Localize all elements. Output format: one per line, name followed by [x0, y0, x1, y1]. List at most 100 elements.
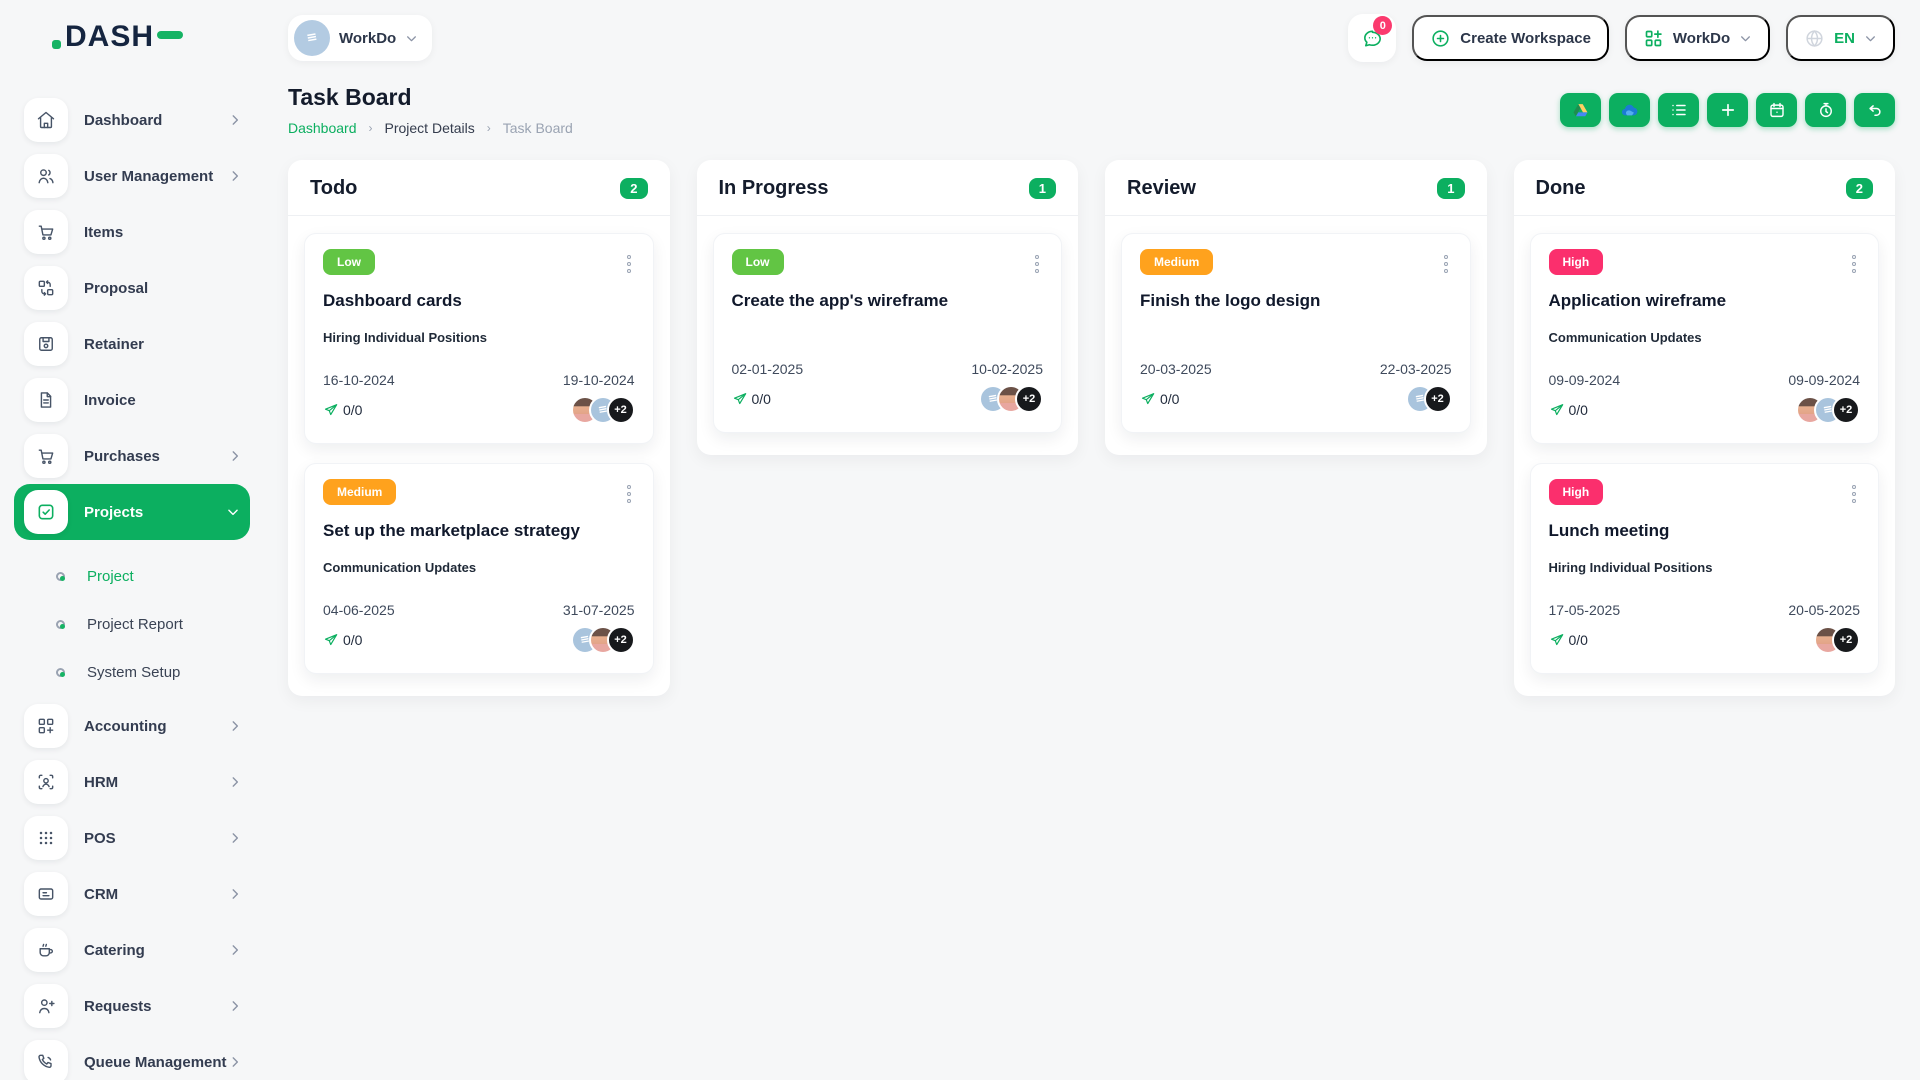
sidebar-subitem-system-setup[interactable]: System Setup [24, 648, 242, 696]
card-menu-button[interactable] [623, 249, 635, 279]
avatar-overflow-badge: +2 [606, 626, 635, 654]
app-logo[interactable]: DASH [0, 0, 260, 74]
task-title: Application wireframe [1548, 291, 1727, 310]
card-menu-button[interactable] [1848, 249, 1860, 279]
list-view-button[interactable] [1658, 93, 1699, 127]
calendar-icon [1769, 102, 1784, 118]
sidebar-item-projects[interactable]: Projects [14, 484, 250, 540]
create-workspace-label: Create Workspace [1460, 29, 1591, 47]
milestone-label: Hiring Individual Positions [1548, 560, 1713, 575]
milestone-label: Hiring Individual Positions [323, 330, 487, 345]
task-card[interactable]: Low Dashboard cards Hiring Individual Po… [304, 233, 654, 444]
sidebar-item-requests[interactable]: Requests [24, 984, 242, 1028]
board-column-todo: Todo 2 Low Dashboard cards Hiring Indivi… [288, 160, 670, 696]
end-date: 20-05-2025 [1788, 602, 1860, 618]
onedrive-button[interactable] [1609, 93, 1650, 127]
sidebar-item-pos[interactable]: POS [24, 816, 242, 860]
task-card[interactable]: Low Create the app's wireframe 02-01-202… [712, 233, 1062, 433]
page-header: Task Board Dashboard › Project Details ›… [260, 76, 1920, 136]
card-menu-button[interactable] [1848, 479, 1860, 509]
circle-icon [56, 571, 65, 581]
end-date: 19-10-2024 [562, 372, 635, 388]
undo-icon [1868, 105, 1881, 116]
breadcrumb-project-details[interactable]: Project Details [385, 120, 475, 136]
coffee-icon [24, 928, 68, 972]
sidebar-item-hrm[interactable]: HRM [24, 760, 242, 804]
send-icon [733, 393, 746, 405]
end-date: 10-02-2025 [971, 361, 1043, 377]
dots-grid-icon [24, 816, 68, 860]
chevron-right-icon [228, 831, 242, 845]
task-card[interactable]: Medium Set up the marketplace strategy C… [304, 463, 654, 674]
task-card[interactable]: High Lunch meeting Hiring Individual Pos… [1529, 463, 1879, 674]
subtask-progress: 0/0 [323, 402, 362, 418]
priority-badge: High [1548, 249, 1604, 275]
card-menu-button[interactable] [1031, 249, 1043, 279]
start-date: 16-10-2024 [323, 372, 395, 388]
board-column-in-progress: In Progress 1 Low Create the app's wiref… [696, 160, 1079, 455]
chevron-right-icon [228, 887, 242, 901]
sidebar-item-dashboard[interactable]: Dashboard [24, 98, 242, 142]
task-card[interactable]: High Application wireframe Communication… [1529, 233, 1879, 444]
start-date: 04-06-2025 [323, 602, 395, 618]
send-icon [324, 634, 338, 646]
subtask-progress: 0/0 [732, 391, 771, 407]
start-date: 02-01-2025 [731, 361, 804, 377]
sidebar-subitem-project[interactable]: Project [24, 552, 242, 600]
sidebar-item-crm[interactable]: CRM [24, 872, 242, 916]
check-square-icon [24, 490, 68, 534]
logo-text: DASH [65, 20, 155, 53]
sidebar-item-label: Proposal [84, 279, 149, 297]
calendar-button[interactable] [1756, 93, 1797, 127]
workspace-switcher[interactable]: WorkDo [288, 15, 433, 61]
top-header: WorkDo 0 Create Workspace WorkDo EN [260, 0, 1920, 76]
proposal-blocks-icon [24, 266, 68, 310]
sidebar-item-catering[interactable]: Catering [24, 928, 242, 972]
assignee-avatars: +2 [979, 385, 1043, 413]
breadcrumb-dashboard[interactable]: Dashboard [288, 120, 357, 136]
cart-icon [24, 434, 68, 478]
sidebar-item-accounting[interactable]: Accounting [24, 704, 242, 748]
google-drive-button[interactable] [1560, 93, 1601, 127]
sidebar-item-purchases[interactable]: Purchases [24, 434, 242, 478]
send-icon [1550, 634, 1563, 646]
app-shell: DASH Dashboard User Management Items Pro… [0, 0, 1920, 1080]
plus-icon [1721, 103, 1734, 117]
column-card-list: Low Create the app's wireframe 02-01-202… [697, 216, 1079, 455]
chevron-right-icon [228, 449, 242, 463]
column-count-badge: 2 [620, 178, 648, 199]
card-menu-button[interactable] [623, 479, 635, 509]
assignee-avatars: +2 [1796, 396, 1860, 424]
language-selector[interactable]: EN [1786, 15, 1895, 61]
start-date: 17-05-2025 [1548, 602, 1621, 618]
circle-icon [56, 667, 65, 677]
priority-badge: Low [323, 249, 375, 275]
back-button[interactable] [1854, 93, 1895, 127]
sidebar-item-invoice[interactable]: Invoice [24, 378, 242, 422]
timer-button[interactable] [1805, 93, 1846, 127]
sidebar-item-items[interactable]: Items [24, 210, 242, 254]
priority-badge: Medium [1140, 249, 1214, 275]
chevron-right-icon: › [368, 121, 373, 135]
add-task-button[interactable] [1707, 93, 1748, 127]
sidebar-item-retainer[interactable]: Retainer [24, 322, 242, 366]
list-icon [1671, 104, 1686, 116]
send-icon [1550, 404, 1563, 416]
task-title: Dashboard cards [323, 291, 462, 310]
messages-button[interactable]: 0 [1348, 14, 1397, 62]
create-workspace-button[interactable]: Create Workspace [1412, 15, 1609, 61]
column-count-badge: 1 [1437, 178, 1465, 199]
task-card[interactable]: Medium Finish the logo design 20-03-2025… [1121, 233, 1471, 433]
sidebar-item-proposal[interactable]: Proposal [24, 266, 242, 310]
assignee-avatars: +2 [1405, 385, 1452, 413]
card-menu-button[interactable] [1440, 249, 1452, 279]
sidebar-item-queue-management[interactable]: Queue Management [24, 1040, 242, 1080]
sidebar-subitem-project-report[interactable]: Project Report [24, 600, 242, 648]
apps-menu-button[interactable]: WorkDo [1624, 15, 1771, 61]
projects-submenu: Project Project Report System Setup [24, 552, 242, 696]
logo-accent-dot [52, 39, 61, 49]
subtask-progress: 0/0 [1549, 402, 1588, 418]
chevron-right-icon [228, 775, 242, 789]
sidebar-item-user-management[interactable]: User Management [24, 154, 242, 198]
user-plus-icon [24, 984, 68, 1028]
